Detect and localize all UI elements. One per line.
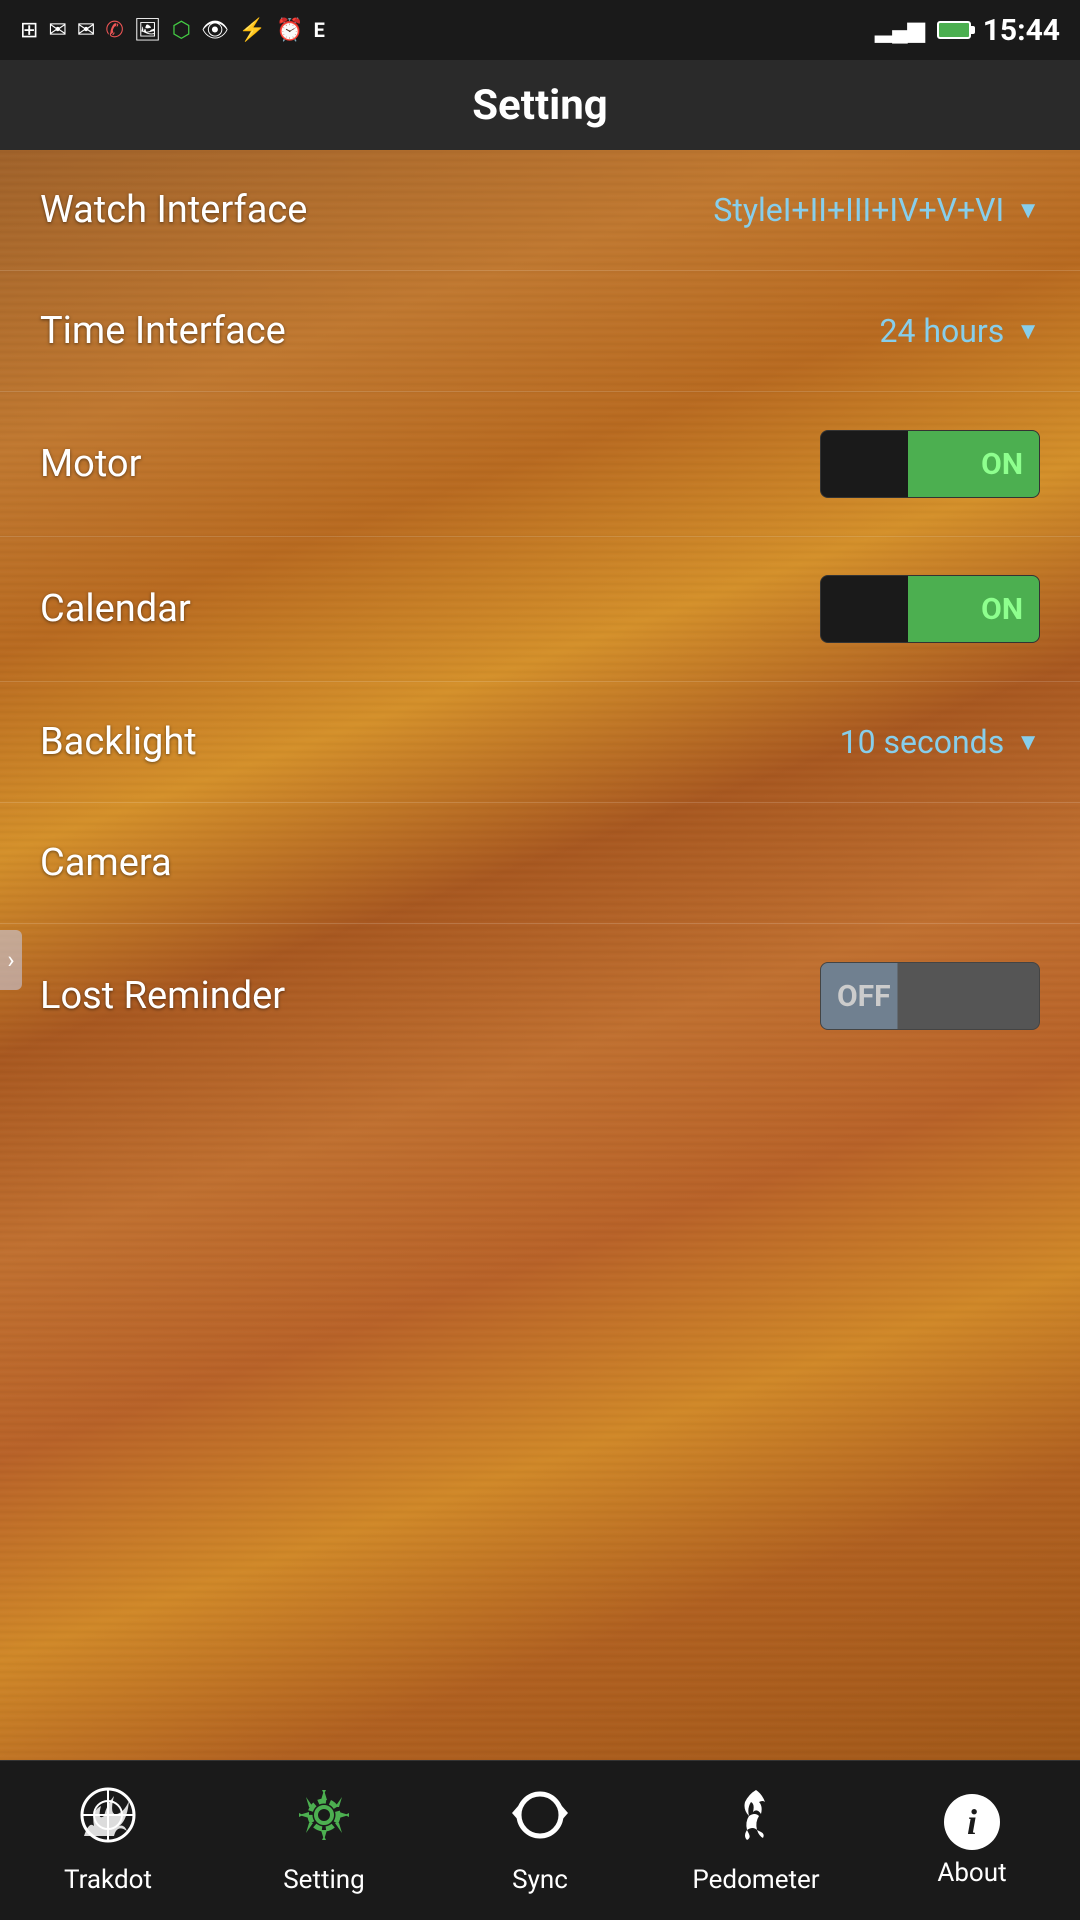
calendar-row[interactable]: Calendar ON bbox=[0, 537, 1080, 682]
signal-icon: ▂▄▆ bbox=[875, 17, 924, 43]
lost-reminder-control[interactable]: OFF bbox=[820, 962, 1040, 1030]
time-interface-row[interactable]: Time Interface 24 hours ▼ bbox=[0, 271, 1080, 392]
alarm-icon: ⏰ bbox=[276, 18, 303, 43]
camera-label: Camera bbox=[40, 841, 172, 885]
add-icon: ⊞ bbox=[20, 18, 38, 43]
email2-icon: ✉ bbox=[77, 18, 95, 43]
email-icon: ✉ bbox=[48, 18, 66, 43]
motor-label: Motor bbox=[40, 442, 141, 486]
status-bar: ⊞ ✉ ✉ ✆ 🖼 ⬡ 👁 ⚡ ⏰ E ▂▄▆ 15:44 bbox=[0, 0, 1080, 60]
nav-label-trakdot: Trakdot bbox=[64, 1865, 152, 1895]
lost-reminder-toggle[interactable]: OFF bbox=[820, 962, 1040, 1030]
motor-toggle-value: ON bbox=[981, 447, 1023, 482]
top-app-bar: Setting bbox=[0, 60, 1080, 150]
status-bar-left: ⊞ ✉ ✉ ✆ 🖼 ⬡ 👁 ⚡ ⏰ E bbox=[20, 18, 325, 43]
watch-interface-row[interactable]: Watch Interface StyleI+II+III+IV+V+VI ▼ bbox=[0, 150, 1080, 271]
calendar-label: Calendar bbox=[40, 587, 191, 631]
backlight-row[interactable]: Backlight 10 seconds ▼ bbox=[0, 682, 1080, 803]
bluetooth-icon: ⚡ bbox=[239, 18, 266, 43]
calendar-control[interactable]: ON bbox=[820, 575, 1040, 643]
time-interface-arrow: ▼ bbox=[1016, 317, 1040, 346]
time-interface-control[interactable]: 24 hours ▼ bbox=[879, 312, 1040, 350]
nav-label-about: About bbox=[937, 1858, 1006, 1888]
nav-item-trakdot[interactable]: Trakdot bbox=[0, 1786, 216, 1895]
calendar-toggle[interactable]: ON bbox=[820, 575, 1040, 643]
page-title: Setting bbox=[472, 81, 608, 130]
calendar-toggle-value: ON bbox=[981, 592, 1023, 627]
motor-row[interactable]: Motor ON bbox=[0, 392, 1080, 537]
motor-control[interactable]: ON bbox=[820, 430, 1040, 498]
status-bar-right: ▂▄▆ 15:44 bbox=[875, 13, 1060, 48]
battery-icon bbox=[937, 21, 971, 39]
lost-reminder-toggle-value: OFF bbox=[837, 979, 891, 1014]
backlight-label: Backlight bbox=[40, 720, 197, 764]
nav-item-about[interactable]: i About bbox=[864, 1794, 1080, 1888]
time-interface-label: Time Interface bbox=[40, 309, 286, 353]
bottom-nav: Trakdot Setting bbox=[0, 1760, 1080, 1920]
e-indicator: E bbox=[314, 18, 325, 42]
nav-label-pedometer: Pedometer bbox=[692, 1865, 819, 1895]
nav-item-pedometer[interactable]: Pedometer bbox=[648, 1786, 864, 1895]
nav-label-sync: Sync bbox=[512, 1865, 568, 1895]
trakdot-icon bbox=[79, 1786, 137, 1857]
backlight-value: 10 seconds bbox=[840, 723, 1005, 761]
pedometer-icon bbox=[727, 1786, 785, 1857]
camera-row[interactable]: Camera bbox=[0, 803, 1080, 924]
lost-reminder-row[interactable]: Lost Reminder OFF bbox=[0, 924, 1080, 1068]
sync-icon bbox=[511, 1786, 569, 1857]
info-icon: i bbox=[944, 1794, 1000, 1850]
green-app-icon: ⬡ bbox=[172, 18, 191, 43]
time-interface-value: 24 hours bbox=[879, 312, 1004, 350]
nav-item-setting[interactable]: Setting bbox=[216, 1786, 432, 1895]
motor-toggle[interactable]: ON bbox=[820, 430, 1040, 498]
eye-icon: 👁 bbox=[201, 18, 229, 43]
lost-reminder-label: Lost Reminder bbox=[40, 974, 285, 1018]
watch-interface-label: Watch Interface bbox=[40, 188, 307, 232]
watch-interface-control[interactable]: StyleI+II+III+IV+V+VI ▼ bbox=[713, 191, 1040, 229]
nav-item-sync[interactable]: Sync bbox=[432, 1786, 648, 1895]
watch-interface-value: StyleI+II+III+IV+V+VI bbox=[713, 191, 1004, 229]
gear-icon bbox=[295, 1786, 353, 1857]
missed-call-icon: ✆ bbox=[105, 18, 123, 43]
settings-content: › Watch Interface StyleI+II+III+IV+V+VI … bbox=[0, 150, 1080, 1770]
backlight-arrow: ▼ bbox=[1016, 728, 1040, 757]
image-icon: 🖼 bbox=[134, 18, 162, 43]
backlight-control[interactable]: 10 seconds ▼ bbox=[840, 723, 1040, 761]
time-display: 15:44 bbox=[983, 13, 1060, 48]
watch-interface-arrow: ▼ bbox=[1016, 196, 1040, 225]
nav-label-setting: Setting bbox=[283, 1865, 365, 1895]
